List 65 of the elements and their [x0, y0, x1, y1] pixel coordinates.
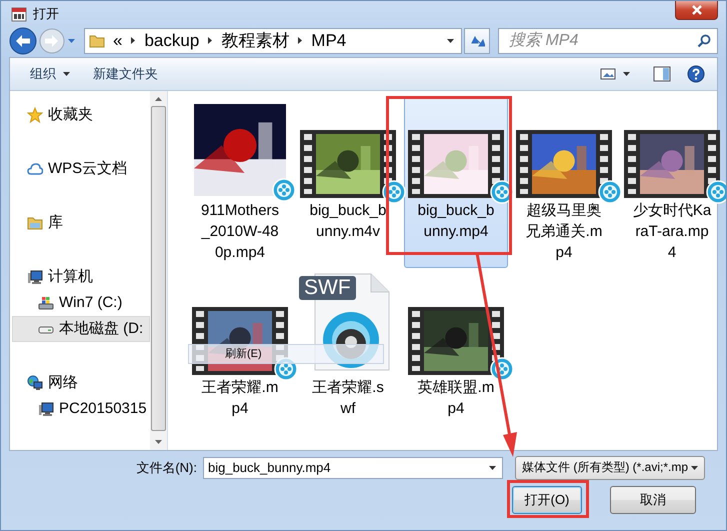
chevron-icon[interactable] — [297, 36, 304, 46]
cancel-button[interactable]: 取消 — [610, 486, 696, 514]
path-segment[interactable]: 教程素材 — [221, 29, 290, 52]
window-title: 打开 — [33, 4, 59, 23]
path-overflow[interactable]: « — [113, 30, 122, 51]
back-button[interactable] — [9, 26, 37, 55]
address-bar[interactable]: « backup 教程素材 MP4 — [84, 28, 462, 54]
nav-item[interactable]: 计算机 — [10, 264, 150, 290]
star-icon — [27, 106, 43, 123]
refresh-button[interactable] — [464, 28, 490, 54]
nav-item[interactable]: 收藏夹 — [10, 102, 150, 128]
scroll-down-icon — [155, 440, 162, 445]
library-folder-icon — [27, 214, 43, 231]
help-button[interactable] — [687, 64, 705, 83]
folder-icon — [89, 32, 105, 49]
computer-icon — [27, 268, 43, 285]
organize-menu-button[interactable]: 组织 — [24, 62, 77, 85]
search-icon — [697, 34, 711, 48]
nav-item[interactable]: 库 — [10, 210, 150, 236]
history-dropdown-icon[interactable] — [67, 36, 76, 45]
file-type-label: SWF — [299, 276, 356, 300]
calendar-icon — [11, 6, 27, 22]
path-segment[interactable]: MP4 — [311, 30, 346, 51]
refresh-tooltip: 刷新(E) — [188, 344, 384, 364]
dropdown-icon — [690, 464, 699, 472]
refresh-icon — [469, 34, 485, 48]
file-name[interactable]: 少女时代KaraT-ara.mp4 — [632, 200, 712, 263]
dropdown-icon[interactable] — [446, 36, 455, 45]
close-icon — [692, 4, 702, 15]
path-segment[interactable]: backup — [144, 30, 200, 51]
nav-item[interactable]: WPS云文档 — [10, 156, 150, 182]
picture-view-icon — [600, 66, 616, 81]
filename-field[interactable]: big_buck_bunny.mp4 — [203, 456, 503, 479]
file-name[interactable]: 王者荣耀.swf — [308, 376, 388, 419]
scroll-thumb[interactable] — [151, 106, 166, 431]
network-icon — [27, 374, 43, 391]
dropdown-icon — [488, 464, 497, 472]
file-type-dropdown[interactable]: 媒体文件 (所有类型) (*.avi;*.mp — [515, 456, 705, 480]
file-name[interactable]: 王者荣耀.mp4 — [200, 376, 280, 419]
file-name[interactable]: 英雄联盟.mp4 — [416, 376, 496, 419]
file-name[interactable]: 911Mothers_2010W-480p.mp4 — [200, 200, 280, 263]
nav-item[interactable]: PC20150315 — [10, 396, 150, 422]
video-badge-icon — [490, 356, 514, 381]
video-badge-icon — [490, 180, 514, 204]
file-name[interactable]: big_buck_bunny.m4v — [308, 200, 388, 242]
chevron-icon[interactable] — [130, 36, 136, 46]
preview-pane-button[interactable] — [653, 66, 671, 82]
computer-icon — [38, 400, 54, 417]
close-button[interactable] — [675, 1, 718, 20]
scroll-up-icon — [155, 96, 162, 101]
nav-item[interactable]: 本地磁盘 (D: — [12, 316, 150, 342]
filename-label: 文件名(N): — [135, 458, 198, 477]
cloud-icon — [27, 160, 43, 177]
scrollbar[interactable] — [150, 90, 167, 450]
video-badge-icon — [598, 180, 622, 204]
open-button[interactable]: 打开(O) — [512, 486, 582, 514]
nav-item[interactable]: 网络 — [10, 370, 150, 396]
nav-item[interactable]: Win7 (C:) — [10, 290, 150, 316]
caret-icon — [622, 70, 631, 78]
file-name[interactable]: 超级马里奥兄弟通关.mp4 — [524, 200, 604, 263]
new-folder-button[interactable]: 新建文件夹 — [87, 62, 164, 85]
drive-icon — [38, 294, 54, 311]
chevron-icon[interactable] — [207, 36, 214, 46]
video-badge-icon — [272, 178, 296, 202]
caret-icon — [62, 70, 71, 78]
